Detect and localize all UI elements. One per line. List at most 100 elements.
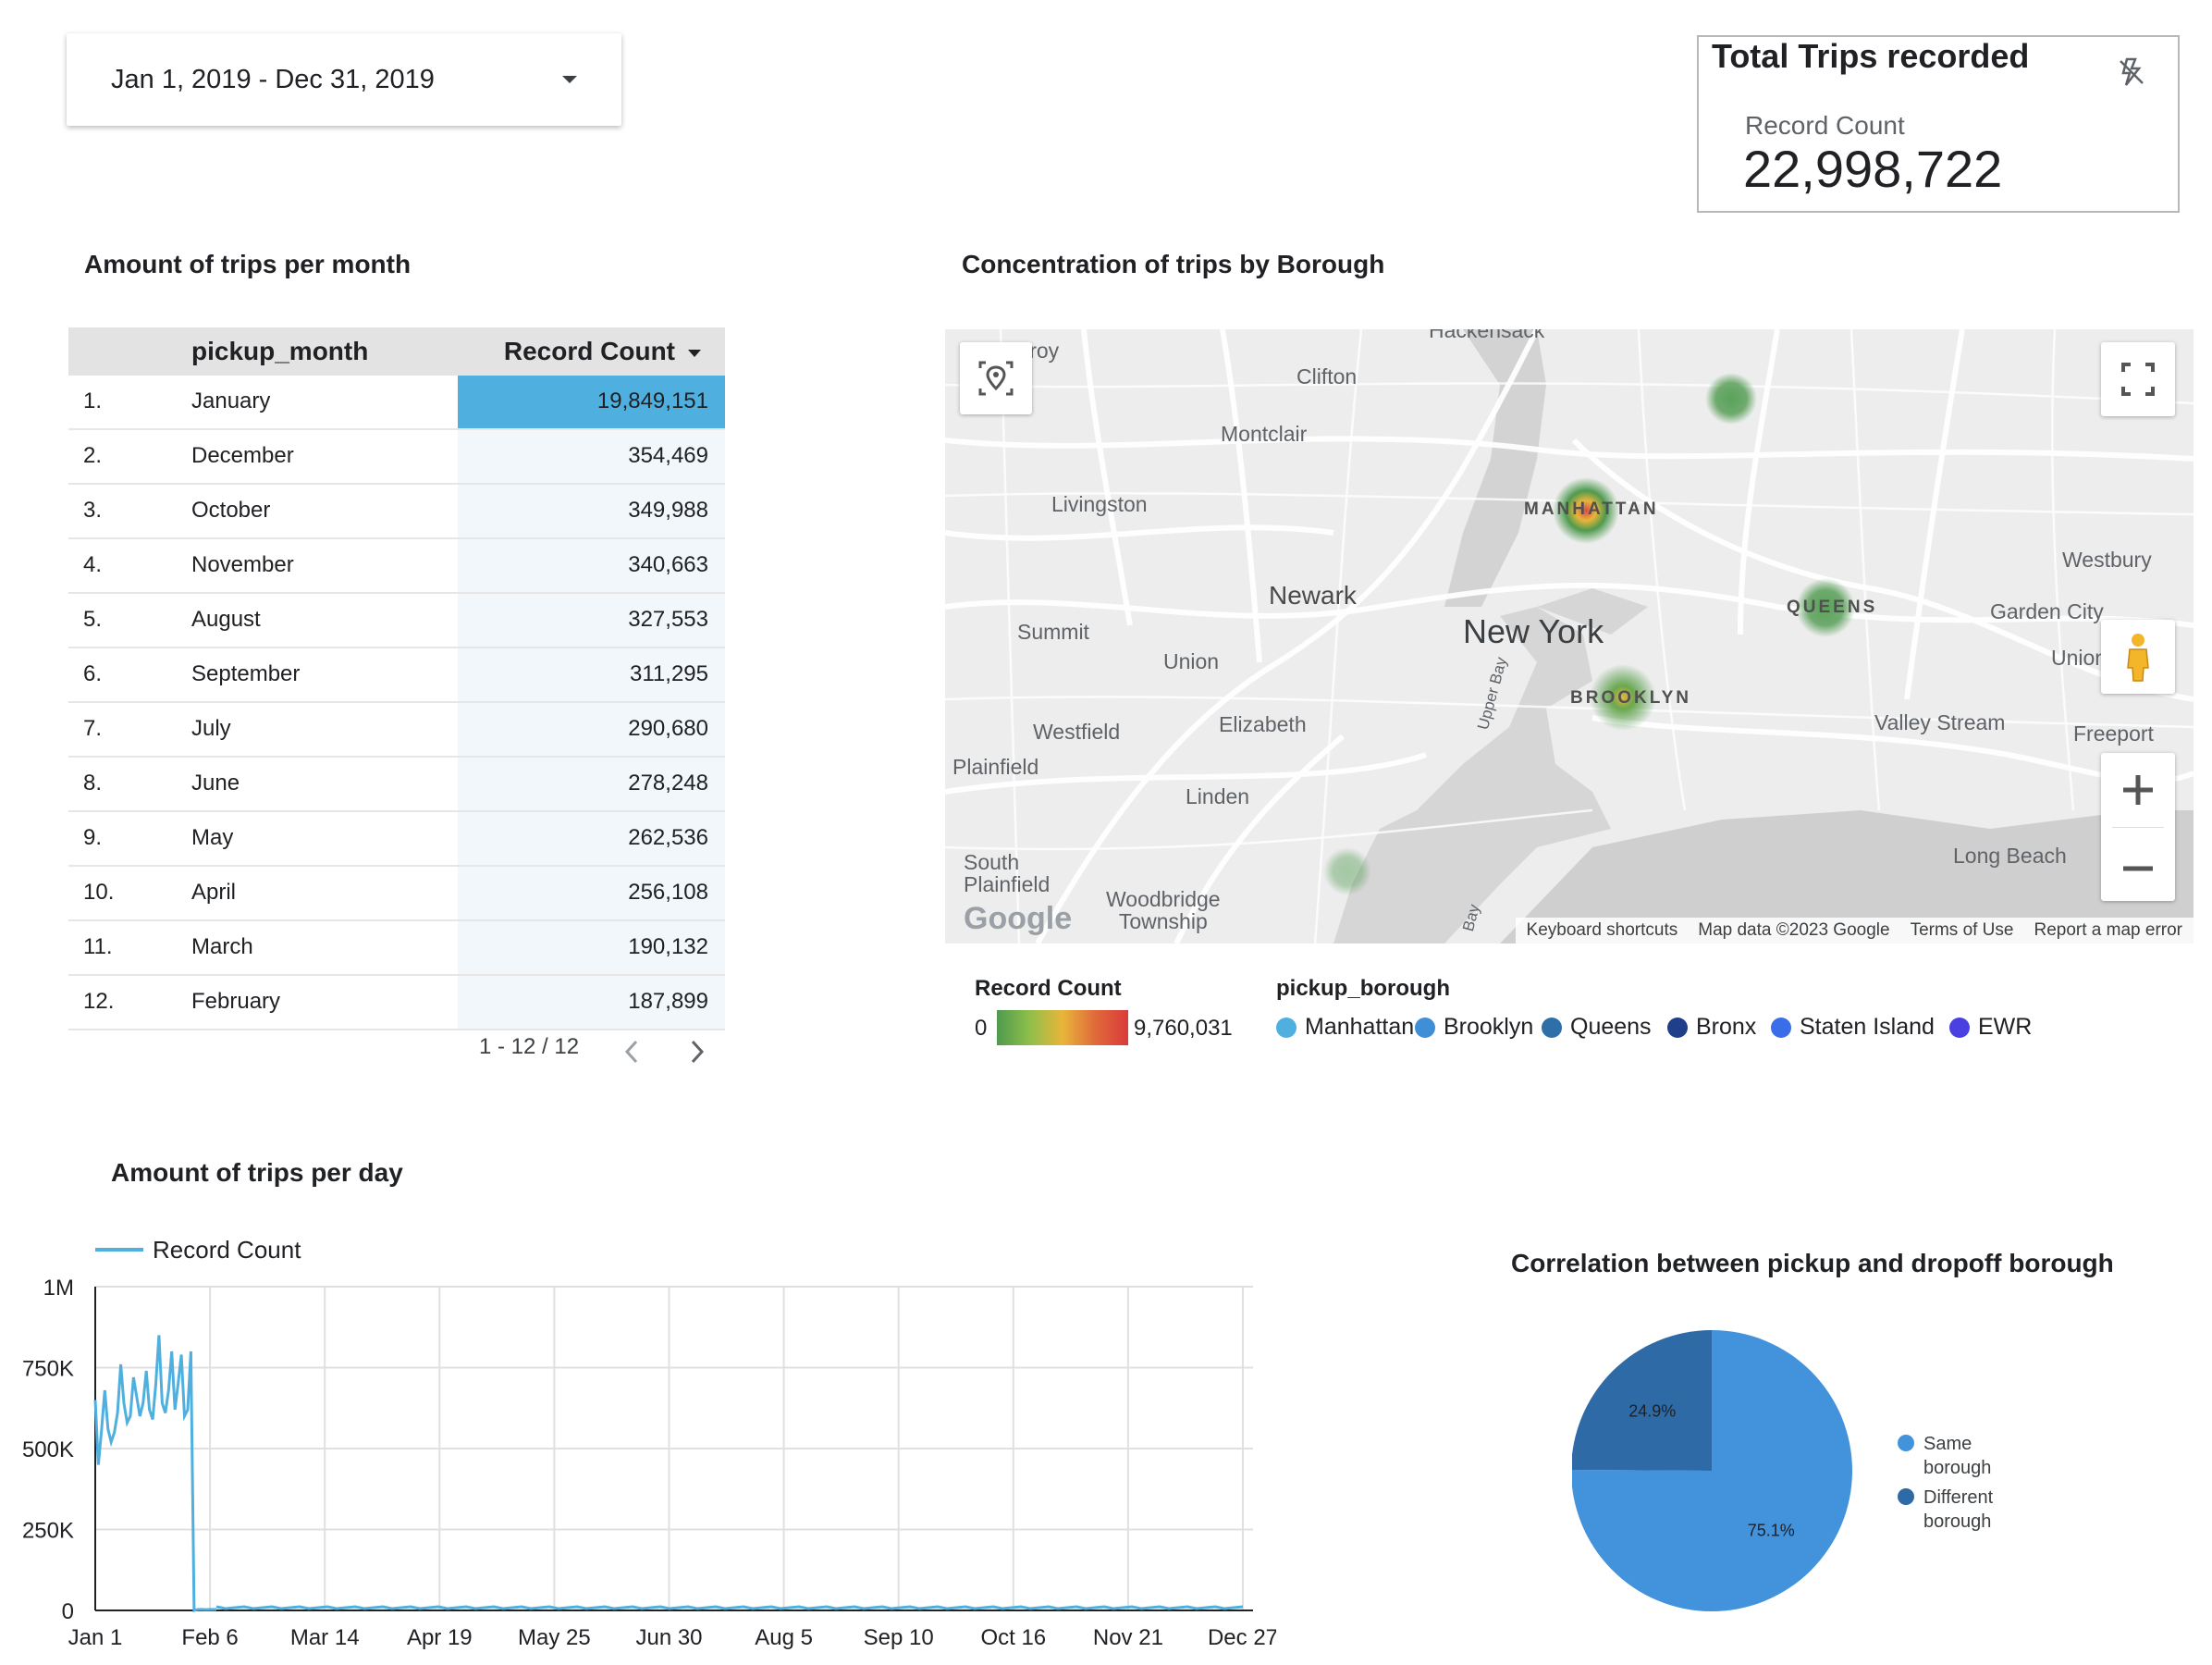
zoom-divider bbox=[2112, 827, 2164, 828]
terms-of-use-link[interactable]: Terms of Use bbox=[1911, 920, 2014, 941]
x-tick-label: Nov 21 bbox=[1093, 1625, 1163, 1650]
fullscreen-icon bbox=[2121, 363, 2155, 396]
map-place-label: Union bbox=[2051, 646, 2108, 670]
map-place-label: Newark bbox=[1269, 581, 1357, 610]
y-tick-label: 500K bbox=[22, 1437, 74, 1462]
legend-item-borough: EWR bbox=[1949, 1014, 2032, 1041]
chevron-down-icon bbox=[562, 76, 577, 83]
table-row[interactable]: 6. September 311,295 bbox=[68, 648, 725, 703]
keyboard-shortcuts-link[interactable]: Keyboard shortcuts bbox=[1527, 920, 1678, 941]
row-month: November bbox=[191, 552, 294, 577]
table-row[interactable]: 2. December 354,469 bbox=[68, 430, 725, 485]
table-row[interactable]: 11. March 190,132 bbox=[68, 921, 725, 976]
pegman-icon bbox=[2127, 634, 2149, 682]
y-tick-label: 250K bbox=[22, 1519, 74, 1544]
row-month: August bbox=[191, 607, 261, 632]
map-place-label: Plainfield bbox=[952, 755, 1039, 779]
row-month: July bbox=[191, 716, 231, 741]
pie-slice-label: 24.9% bbox=[1628, 1401, 1676, 1420]
pie-legend-dot bbox=[1898, 1435, 1914, 1451]
previous-page-icon[interactable] bbox=[621, 1038, 642, 1066]
x-tick-label: Sep 10 bbox=[864, 1625, 934, 1650]
row-record-count: 256,108 bbox=[458, 867, 725, 919]
row-month: June bbox=[191, 771, 240, 796]
pie-chart-title: Correlation between pickup and dropoff b… bbox=[1511, 1249, 2114, 1277]
date-range-picker[interactable]: Jan 1, 2019 - Dec 31, 2019 bbox=[67, 33, 621, 126]
x-tick-label: Mar 14 bbox=[290, 1625, 360, 1650]
scorecard-metric-label: Record Count bbox=[1745, 111, 1905, 140]
next-page-icon[interactable] bbox=[687, 1038, 707, 1066]
pie-legend-label: Same bbox=[1923, 1434, 1972, 1454]
pie-slice-label: 75.1% bbox=[1748, 1522, 1795, 1540]
row-month: September bbox=[191, 661, 301, 686]
y-tick-label: 750K bbox=[22, 1357, 74, 1382]
legend-color-dot bbox=[1771, 1017, 1791, 1038]
gradient-min: 0 bbox=[975, 1016, 988, 1041]
x-tick-label: Oct 16 bbox=[980, 1625, 1046, 1650]
table-row[interactable]: 3. October 349,988 bbox=[68, 485, 725, 539]
map-place-label: Elizabeth bbox=[1219, 712, 1307, 736]
row-record-count: 290,680 bbox=[458, 703, 725, 756]
legend-label: Bronx bbox=[1696, 1014, 1757, 1040]
map-place-label: Freeport bbox=[2073, 722, 2154, 746]
borough-heatmap[interactable]: Hackensack Troy Clifton Montclair Living… bbox=[945, 329, 2194, 944]
table-row[interactable]: 5. August 327,553 bbox=[68, 594, 725, 648]
gradient-color-bar bbox=[997, 1010, 1128, 1045]
table-row[interactable]: 1. January 19,849,151 bbox=[68, 376, 725, 430]
trips-per-day-line-chart: Record Count 0 250K 500K 750K 1M Jan 1 Feb 6 Mar… bbox=[22, 1236, 1276, 1650]
report-map-error-link[interactable]: Report a map error bbox=[2034, 920, 2182, 941]
zoom-out-icon[interactable] bbox=[2101, 832, 2175, 906]
map-title: Concentration of trips by Borough bbox=[962, 250, 1385, 278]
x-tick-label: Aug 5 bbox=[755, 1625, 813, 1650]
borough-correlation-pie-chart: 75.1% Same borough 24.9% Different borough bbox=[1572, 1330, 1994, 1611]
row-index: 10. bbox=[83, 880, 115, 905]
table-row[interactable]: 7. July 290,680 bbox=[68, 703, 725, 758]
row-index: 11. bbox=[83, 934, 113, 959]
fullscreen-button[interactable] bbox=[2101, 342, 2175, 416]
row-record-count: 187,899 bbox=[458, 976, 725, 1029]
row-record-count: 278,248 bbox=[458, 758, 725, 810]
locate-button[interactable] bbox=[960, 342, 1032, 414]
map-place-label: Montclair bbox=[1221, 422, 1308, 446]
table-row[interactable]: 8. June 278,248 bbox=[68, 758, 725, 812]
map-place-label: Westfield bbox=[1033, 720, 1121, 744]
row-index: 1. bbox=[83, 388, 103, 413]
map-place-label: Long Beach bbox=[1953, 844, 2067, 868]
map-borough-label: QUEENS bbox=[1787, 598, 1878, 617]
table-row[interactable]: 4. November 340,663 bbox=[68, 539, 725, 594]
row-record-count: 190,132 bbox=[458, 921, 725, 974]
legend-color-dot bbox=[1949, 1017, 1970, 1038]
row-record-count: 19,849,151 bbox=[458, 376, 725, 428]
table-row[interactable]: 12. February 187,899 bbox=[68, 976, 725, 1030]
zoom-in-icon[interactable] bbox=[2101, 753, 2175, 827]
pie-slice[interactable] bbox=[1572, 1330, 1712, 1471]
row-index: 7. bbox=[83, 716, 103, 741]
gradient-max: 9,760,031 bbox=[1134, 1016, 1233, 1041]
google-logo: Google bbox=[964, 901, 1073, 936]
y-tick-label: 0 bbox=[62, 1599, 74, 1624]
row-record-count: 311,295 bbox=[458, 648, 725, 701]
row-month: October bbox=[191, 498, 271, 523]
row-month: February bbox=[191, 989, 281, 1014]
table-title: Amount of trips per month bbox=[84, 250, 412, 278]
map-place-label: Clifton bbox=[1296, 364, 1358, 388]
x-tick-label: Jun 30 bbox=[635, 1625, 702, 1650]
street-view-button[interactable] bbox=[2101, 620, 2175, 694]
row-month: January bbox=[191, 388, 271, 413]
total-trips-scorecard: Total Trips recorded Record Count 22,998… bbox=[1697, 35, 2180, 213]
map-place-label: Woodbridge Township bbox=[1106, 887, 1221, 933]
y-tick-label: 1M bbox=[43, 1276, 74, 1301]
legend-label: Brooklyn bbox=[1444, 1014, 1534, 1040]
table-row[interactable]: 10. April 256,108 bbox=[68, 867, 725, 921]
x-tick-label: Feb 6 bbox=[181, 1625, 238, 1650]
legend-color-dot bbox=[1542, 1017, 1562, 1038]
row-index: 2. bbox=[83, 443, 103, 468]
column-header-record-count[interactable]: Record Count bbox=[458, 327, 725, 376]
legend-label: Manhattan bbox=[1305, 1014, 1415, 1040]
legend-item-borough: Staten Island bbox=[1771, 1014, 1935, 1041]
table-row[interactable]: 9. May 262,536 bbox=[68, 812, 725, 867]
map-place-label: Valley Stream bbox=[1874, 710, 2006, 734]
legend-color-dot bbox=[1276, 1017, 1296, 1038]
column-header-pickup-month[interactable]: pickup_month bbox=[191, 327, 368, 376]
legend-color-dot bbox=[1667, 1017, 1688, 1038]
